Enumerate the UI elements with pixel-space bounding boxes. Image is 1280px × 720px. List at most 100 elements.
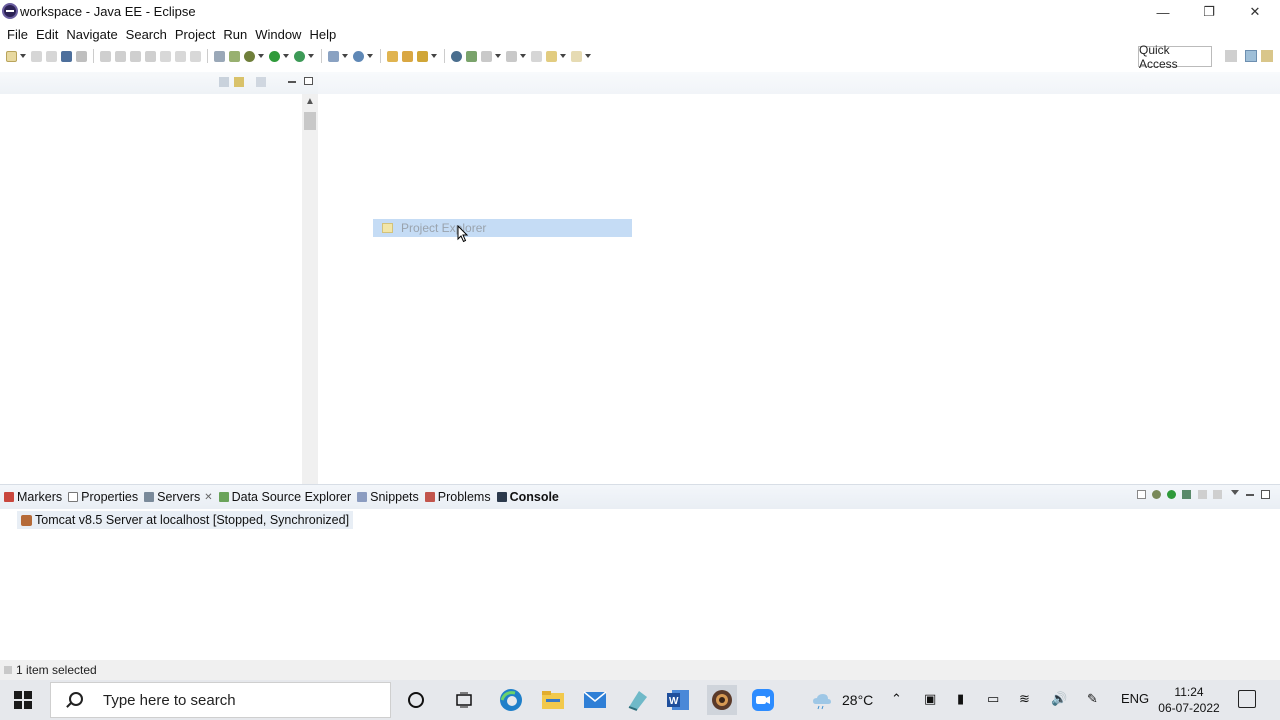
- pen-dropdown-icon[interactable]: [431, 54, 437, 58]
- menu-file[interactable]: File: [3, 27, 32, 42]
- menu-navigate[interactable]: Navigate: [62, 27, 121, 42]
- debug-dropdown-icon[interactable]: [258, 54, 264, 58]
- word-icon[interactable]: W: [665, 688, 691, 712]
- restore-button[interactable]: ❐: [1186, 0, 1232, 24]
- publish-icon[interactable]: [1213, 490, 1222, 499]
- new-dropdown-icon[interactable]: [20, 54, 26, 58]
- tab-markers[interactable]: Markers: [4, 490, 62, 504]
- collapse-all-icon[interactable]: [219, 77, 229, 87]
- tab-data-source-explorer[interactable]: Data Source Explorer: [218, 490, 351, 504]
- battery-icon[interactable]: ▭: [987, 691, 999, 707]
- eclipse-taskbar-icon[interactable]: [707, 685, 737, 715]
- menu-project[interactable]: Project: [171, 27, 219, 42]
- profile-server-icon[interactable]: [1182, 490, 1191, 499]
- mail-icon[interactable]: [582, 688, 608, 712]
- run-icon[interactable]: [269, 50, 280, 62]
- minimize-view-icon[interactable]: [1246, 494, 1254, 496]
- weather-temperature[interactable]: 28°C: [842, 692, 873, 708]
- new-server-icon[interactable]: [328, 50, 339, 62]
- new-icon[interactable]: [6, 50, 17, 62]
- close-button[interactable]: ✕: [1232, 0, 1278, 24]
- minimize-view-icon[interactable]: [288, 81, 296, 83]
- pen-workspace-icon[interactable]: ✎: [1087, 691, 1098, 707]
- terminal-icon[interactable]: [61, 50, 72, 62]
- open-type-icon[interactable]: [214, 50, 225, 62]
- terminate-icon[interactable]: [130, 50, 141, 62]
- forward-dropdown-icon[interactable]: [585, 54, 591, 58]
- save-icon[interactable]: [31, 50, 42, 62]
- wifi-icon[interactable]: ≋: [1019, 691, 1030, 707]
- back-dropdown-icon[interactable]: [560, 54, 566, 58]
- stop-server-icon[interactable]: [1198, 490, 1207, 499]
- forward-icon[interactable]: [571, 50, 582, 62]
- quick-access-field[interactable]: Quick Access: [1138, 43, 1212, 71]
- external-tools-dropdown-icon[interactable]: [308, 54, 314, 58]
- back-icon[interactable]: [546, 50, 557, 62]
- menu-run[interactable]: Run: [219, 27, 251, 42]
- menu-search[interactable]: Search: [122, 27, 171, 42]
- menu-window[interactable]: Window: [251, 27, 305, 42]
- save-all-icon[interactable]: [46, 50, 57, 62]
- step-over-icon[interactable]: [175, 50, 186, 62]
- task-view-icon[interactable]: [451, 688, 477, 712]
- windows-start-icon[interactable]: [14, 691, 32, 709]
- suspend-icon[interactable]: [115, 50, 126, 62]
- notifications-icon[interactable]: [1238, 690, 1256, 708]
- last-edit-icon[interactable]: [531, 50, 542, 62]
- file-explorer-icon[interactable]: [540, 688, 566, 712]
- menu-edit[interactable]: Edit: [32, 27, 62, 42]
- tab-console[interactable]: Console: [496, 490, 559, 504]
- link-editor-icon[interactable]: [234, 77, 244, 87]
- view-menu-icon[interactable]: [256, 77, 266, 87]
- tab-servers[interactable]: Servers ✕: [144, 490, 213, 504]
- zoom-icon[interactable]: [750, 688, 776, 712]
- taskbar-search-box[interactable]: Type here to search: [50, 682, 391, 718]
- debug-icon[interactable]: [244, 50, 255, 62]
- edge-browser-icon[interactable]: [498, 688, 524, 712]
- volume-icon[interactable]: 🔊: [1051, 691, 1067, 707]
- tab-problems[interactable]: Problems: [424, 490, 491, 504]
- close-tab-icon[interactable]: ✕: [204, 492, 212, 503]
- search-tool-icon[interactable]: [229, 50, 240, 62]
- view-menu-icon[interactable]: [1231, 490, 1239, 495]
- open-folder-icon[interactable]: [387, 50, 398, 62]
- new-web-icon[interactable]: [353, 50, 364, 62]
- language-indicator[interactable]: ENG: [1121, 691, 1149, 706]
- show-hidden-icons-icon[interactable]: ⌃: [891, 691, 902, 707]
- collapse-icon[interactable]: [1137, 490, 1146, 499]
- meet-now-icon[interactable]: ▣: [924, 691, 936, 707]
- skip-breakpoints-icon[interactable]: [76, 50, 87, 62]
- minimize-button[interactable]: —: [1140, 0, 1186, 24]
- scroll-thumb[interactable]: [304, 112, 316, 130]
- prev-annotation-dropdown-icon[interactable]: [520, 54, 526, 58]
- run-dropdown-icon[interactable]: [283, 54, 289, 58]
- server-row-tomcat[interactable]: Tomcat v8.5 Server at localhost [Stopped…: [17, 511, 354, 529]
- start-server-icon[interactable]: [1167, 490, 1176, 499]
- notebook-app-icon[interactable]: [624, 688, 650, 712]
- new-web-dropdown-icon[interactable]: [367, 54, 373, 58]
- tab-snippets[interactable]: Snippets: [357, 490, 419, 504]
- open-task-icon[interactable]: [402, 50, 413, 62]
- maximize-view-icon[interactable]: [304, 77, 313, 85]
- next-annotation-dropdown-icon[interactable]: [495, 54, 501, 58]
- clock[interactable]: 11:24 06-07-2022: [1156, 684, 1222, 716]
- java-perspective-icon[interactable]: [1261, 50, 1273, 62]
- step-return-icon[interactable]: [190, 50, 201, 62]
- new-server-dropdown-icon[interactable]: [342, 54, 348, 58]
- prev-annotation-icon[interactable]: [506, 50, 517, 62]
- globe-icon[interactable]: [451, 50, 462, 62]
- next-annotation-icon[interactable]: [481, 50, 492, 62]
- disconnect-icon[interactable]: [145, 50, 156, 62]
- external-tools-icon[interactable]: [294, 50, 305, 62]
- resume-icon[interactable]: [100, 50, 111, 62]
- step-into-icon[interactable]: [160, 50, 171, 62]
- open-perspective-icon[interactable]: [1225, 50, 1237, 62]
- java-ee-perspective-icon[interactable]: [1245, 50, 1257, 62]
- menu-help[interactable]: Help: [305, 27, 340, 42]
- cortana-icon[interactable]: [403, 688, 429, 712]
- tab-properties[interactable]: Properties: [68, 490, 138, 504]
- maximize-view-icon[interactable]: [1261, 490, 1270, 499]
- annotation-icon[interactable]: [466, 50, 477, 62]
- scroll-up-arrow-icon[interactable]: ▲: [302, 96, 318, 108]
- microphone-icon[interactable]: ▮: [957, 691, 964, 707]
